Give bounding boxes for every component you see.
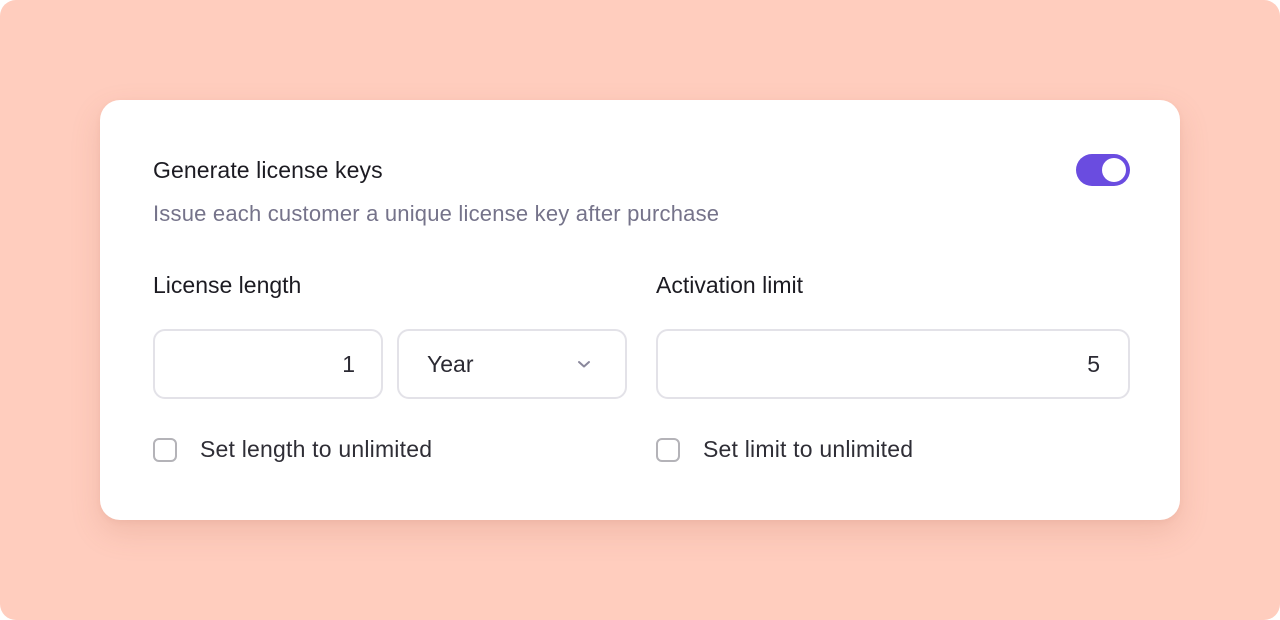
- license-length-value: 1: [342, 350, 355, 377]
- activation-limit-label: Activation limit: [656, 272, 803, 298]
- license-settings-card: Generate license keys Issue each custome…: [100, 100, 1180, 520]
- generate-license-keys-toggle[interactable]: [1076, 154, 1130, 186]
- unlimited-limit-option[interactable]: Set limit to unlimited: [656, 436, 913, 463]
- unlimited-length-option[interactable]: Set length to unlimited: [153, 436, 432, 463]
- license-length-unit-value: Year: [427, 350, 474, 377]
- section-title: Generate license keys: [153, 157, 383, 183]
- section-description: Issue each customer a unique license key…: [153, 201, 720, 226]
- activation-limit-value: 5: [1087, 350, 1100, 377]
- activation-limit-input[interactable]: 5: [656, 329, 1130, 399]
- unlimited-limit-label: Set limit to unlimited: [703, 436, 914, 462]
- unlimited-length-label: Set length to unlimited: [200, 436, 433, 462]
- toggle-knob: [1102, 158, 1126, 182]
- unlimited-length-checkbox[interactable]: [153, 437, 177, 462]
- unlimited-limit-checkbox[interactable]: [656, 437, 680, 462]
- license-length-unit-select[interactable]: Year: [397, 329, 627, 399]
- license-length-label: License length: [153, 272, 302, 298]
- chevron-down-icon: [578, 361, 590, 368]
- license-length-input[interactable]: 1: [153, 329, 383, 399]
